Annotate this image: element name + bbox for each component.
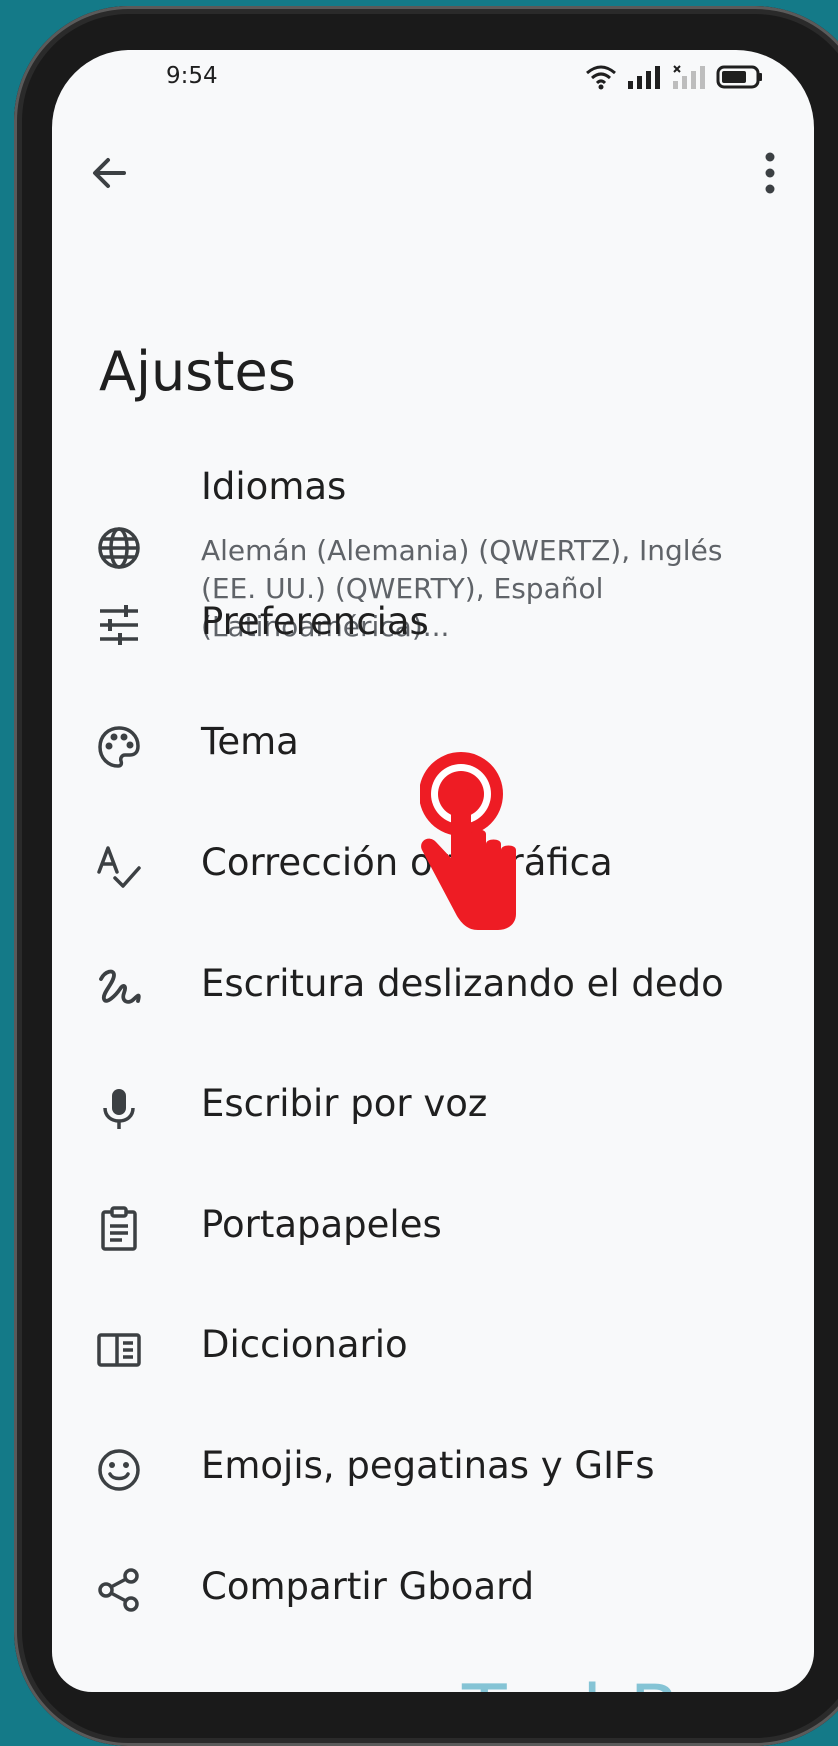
settings-item-label: Preferencias bbox=[201, 600, 429, 643]
settings-item-portapapeles[interactable]: Portapapeles bbox=[52, 1178, 814, 1288]
status-time: 9:54 bbox=[166, 63, 218, 89]
settings-item-emojis[interactable]: Emojis, pegatinas y GIFs bbox=[52, 1419, 814, 1529]
mic-icon bbox=[103, 1089, 135, 1129]
settings-item-label: Portapapeles bbox=[201, 1203, 442, 1246]
status-icons bbox=[585, 62, 764, 92]
palette-icon bbox=[98, 726, 140, 768]
dictionary-icon bbox=[97, 1333, 141, 1367]
gesture-icon bbox=[99, 969, 141, 1004]
clipboard-icon bbox=[101, 1206, 137, 1251]
spellcheck-icon bbox=[97, 846, 141, 888]
tap-hand-icon bbox=[420, 752, 516, 930]
watermark: TechBone bbox=[462, 1670, 814, 1692]
emoji-icon bbox=[98, 1449, 140, 1491]
tune-icon bbox=[100, 605, 138, 645]
signal-off-icon bbox=[673, 65, 705, 89]
settings-item-compartir-gboard[interactable]: Compartir Gboard bbox=[52, 1540, 814, 1650]
settings-item-label: Emojis, pegatinas y GIFs bbox=[201, 1444, 655, 1487]
globe-icon bbox=[98, 527, 140, 569]
more-options-icon[interactable] bbox=[758, 146, 782, 200]
settings-item-diccionario[interactable]: Diccionario bbox=[52, 1298, 814, 1408]
page-title: Ajustes bbox=[99, 340, 296, 403]
settings-item-label: Diccionario bbox=[201, 1323, 408, 1366]
settings-item-escribir-por-voz[interactable]: Escribir por voz bbox=[52, 1057, 814, 1167]
settings-item-label: Compartir Gboard bbox=[201, 1565, 535, 1608]
back-arrow-icon[interactable] bbox=[86, 150, 132, 196]
settings-item-escritura-deslizando[interactable]: Escritura deslizando el dedo bbox=[52, 937, 814, 1047]
settings-item-preferencias[interactable]: Preferencias bbox=[52, 575, 814, 685]
signal-icon bbox=[628, 66, 660, 89]
phone-screen: 9:54 Ajustes Idiomas Alemán (Alemania) (… bbox=[52, 50, 814, 1692]
settings-item-label: Tema bbox=[201, 720, 299, 763]
settings-item-label: Escribir por voz bbox=[201, 1082, 488, 1125]
settings-item-label: Idiomas bbox=[201, 465, 347, 508]
share-icon bbox=[98, 1568, 139, 1612]
wifi-icon bbox=[586, 65, 616, 90]
settings-item-label: Escritura deslizando el dedo bbox=[201, 962, 724, 1005]
battery-icon bbox=[716, 65, 762, 89]
